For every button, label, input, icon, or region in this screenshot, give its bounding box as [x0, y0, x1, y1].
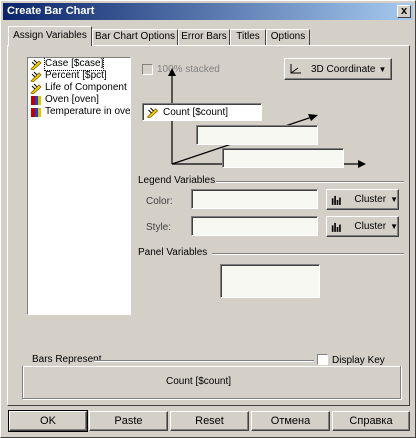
variable-list[interactable]: Case [$case] Percent [$pct] Life of Comp… [27, 57, 131, 315]
ruler-icon [146, 107, 159, 118]
display-key-label: Display Key [332, 355, 385, 366]
list-item[interactable]: Case [$case] [28, 58, 130, 71]
paste-button[interactable]: Paste [89, 411, 168, 431]
variable-label: Life of Component [45, 82, 127, 93]
variable-label: Case [$case] [43, 58, 105, 71]
tab-titles[interactable]: Titles [230, 29, 266, 45]
bars-represent-divider [94, 360, 314, 362]
bars-represent-title: Bars Represent [32, 354, 102, 365]
legend-section-title: Legend Variables [138, 175, 216, 186]
tab-error-bars[interactable]: Error Bars [178, 29, 230, 45]
list-item[interactable]: Temperature in oven [28, 106, 130, 118]
panel-variable-field[interactable] [220, 264, 320, 298]
help-button[interactable]: Справка [332, 411, 410, 431]
ok-button[interactable]: OK [8, 410, 88, 432]
panel-divider [212, 253, 404, 255]
display-key-checkbox[interactable] [317, 354, 328, 365]
chevron-down-icon: ▼ [378, 64, 387, 74]
bars-represent-box: Count [$count] [22, 366, 402, 400]
color-label: Color: [146, 196, 173, 207]
title-bar[interactable]: Create Bar Chart x [3, 3, 413, 20]
bar-chart-icon [331, 195, 341, 205]
close-button[interactable]: x [397, 5, 411, 18]
ruler-icon [30, 83, 42, 94]
list-item[interactable]: Percent [$pct] [28, 70, 130, 82]
panel-section-title: Panel Variables [138, 247, 208, 258]
y-axis-field-value: Count [$count] [163, 106, 229, 118]
ruler-icon [30, 59, 42, 70]
cancel-button[interactable]: Отмена [251, 411, 330, 431]
variable-label: Oven [oven] [45, 94, 99, 105]
x-axis-field[interactable] [222, 148, 344, 168]
tab-bar-chart-options[interactable]: Bar Chart Options [92, 29, 178, 45]
nominal-icon [31, 107, 41, 117]
style-variable-field[interactable] [191, 216, 318, 236]
tab-options[interactable]: Options [266, 29, 310, 45]
style-label: Style: [146, 222, 172, 233]
list-item[interactable]: Oven [oven] [28, 94, 130, 106]
create-bar-chart-dialog: Create Bar Chart x Assign Variables Bar … [0, 0, 416, 438]
nominal-icon [31, 95, 41, 105]
y-axis-field[interactable]: Count [$count] [142, 103, 262, 121]
stacked-checkbox[interactable] [142, 64, 153, 75]
assign-variables-panel: Case [$case] Percent [$pct] Life of Comp… [7, 45, 410, 406]
legend-divider [216, 181, 404, 183]
variable-label: Temperature in oven [45, 106, 131, 117]
window-title: Create Bar Chart [7, 5, 95, 17]
chevron-down-icon: ▼ [390, 195, 398, 204]
ruler-icon [30, 71, 42, 82]
color-cluster-dropdown[interactable]: Cluster ▼ [326, 189, 399, 210]
color-variable-field[interactable] [191, 189, 318, 209]
bar-chart-icon [331, 222, 341, 232]
tab-assign-variables[interactable]: Assign Variables [8, 26, 92, 46]
style-cluster-dropdown[interactable]: Cluster ▼ [326, 216, 399, 237]
list-item[interactable]: Life of Component [28, 82, 130, 94]
reset-button[interactable]: Reset [170, 411, 249, 431]
style-mode-label: Cluster [354, 221, 387, 232]
z-axis-field[interactable] [196, 125, 318, 145]
bars-represent-value: Count [$count] [166, 376, 232, 387]
color-mode-label: Cluster [354, 194, 387, 205]
variable-label: Percent [$pct] [45, 70, 107, 81]
chevron-down-icon: ▼ [390, 222, 398, 231]
